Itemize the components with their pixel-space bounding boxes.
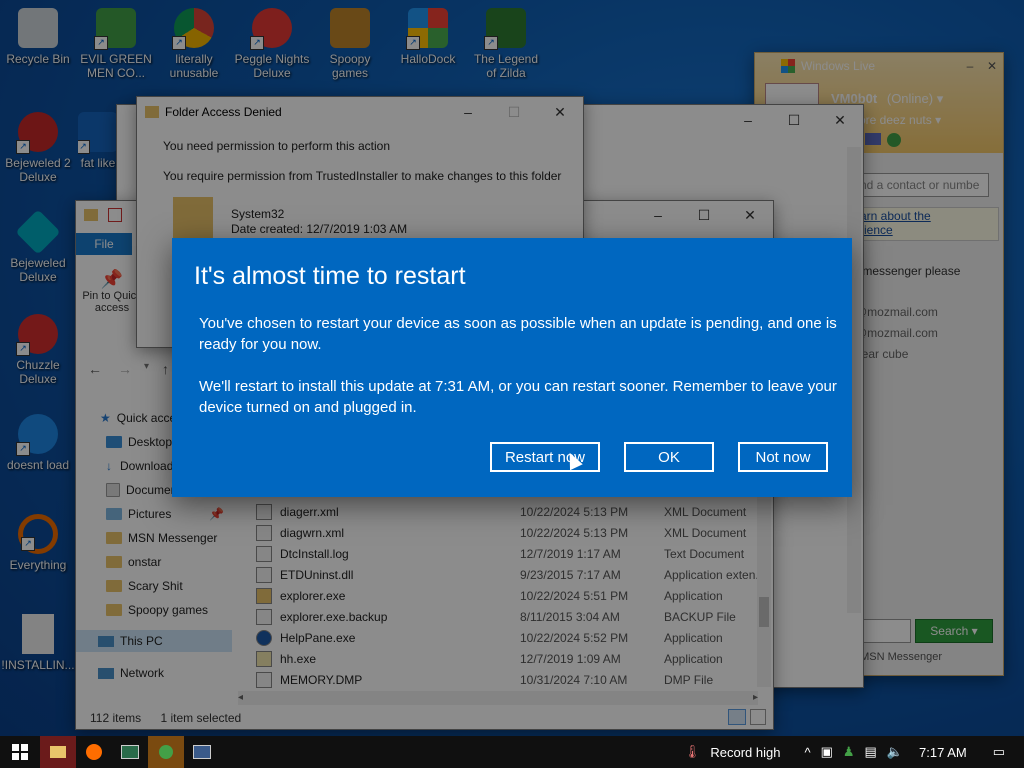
- restart-dialog-message: You've chosen to restart your device as …: [199, 315, 837, 353]
- taskbar-app-dialog[interactable]: [184, 736, 220, 768]
- restart-dialog: It's almost time to restart You've chose…: [172, 238, 852, 497]
- restart-now-button[interactable]: Restart now: [490, 442, 600, 472]
- thermometer-icon[interactable]: 🌡: [679, 744, 706, 760]
- start-button[interactable]: [0, 736, 40, 768]
- folder-icon: [50, 746, 66, 758]
- messenger-icon: [159, 745, 173, 759]
- volume-icon[interactable]: 🔈: [882, 744, 908, 760]
- messenger-tray-icon[interactable]: ♟: [838, 744, 860, 760]
- taskbar-app-window[interactable]: [112, 736, 148, 768]
- taskbar: 🌡 Record high ^ ▣ ♟ ▤ 🔈 7:17 AM ▭: [0, 736, 1024, 768]
- restart-dialog-note: We'll restart to install this update at …: [199, 378, 837, 416]
- weather-text[interactable]: Record high: [705, 745, 785, 760]
- not-now-button[interactable]: Not now: [738, 442, 828, 472]
- ok-button[interactable]: OK: [624, 442, 714, 472]
- firefox-icon: [86, 744, 102, 760]
- app-window-icon: [193, 745, 211, 759]
- restart-dialog-title: It's almost time to restart: [194, 262, 466, 290]
- clock[interactable]: 7:17 AM: [914, 745, 972, 760]
- app-window-icon: [121, 745, 139, 759]
- notification-icon[interactable]: ▭: [988, 744, 1010, 760]
- system-tray: 🌡 Record high ^ ▣ ♟ ▤ 🔈 7:17 AM ▭: [679, 736, 1024, 768]
- network-icon[interactable]: ▤: [860, 744, 882, 760]
- taskbar-app-messenger[interactable]: [148, 736, 184, 768]
- taskbar-app-firefox[interactable]: [76, 736, 112, 768]
- chevron-up-icon[interactable]: ^: [799, 745, 815, 760]
- windows-logo-icon: [12, 744, 28, 760]
- taskbar-app-explorer[interactable]: [40, 736, 76, 768]
- camera-icon[interactable]: ▣: [816, 744, 838, 760]
